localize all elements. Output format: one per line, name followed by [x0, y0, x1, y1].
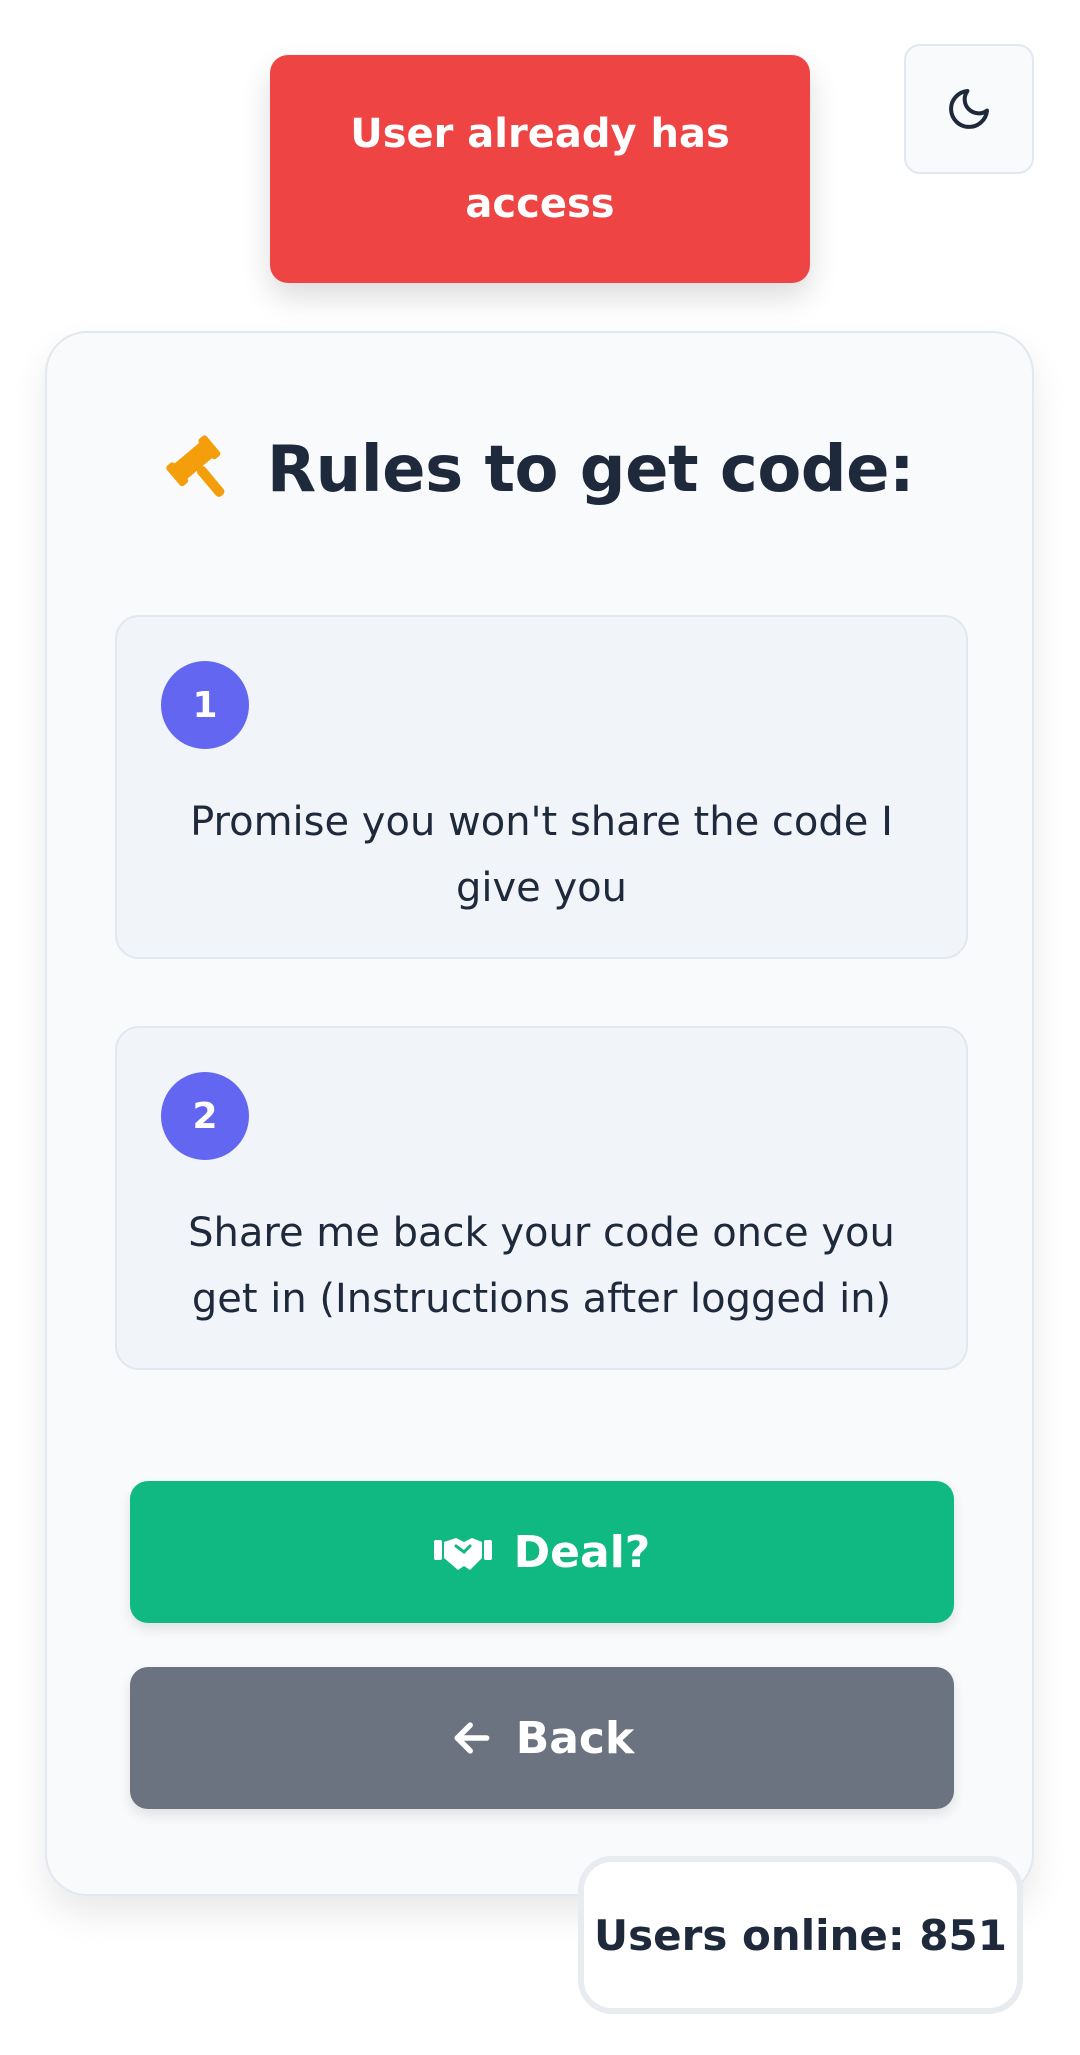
- gavel-icon: [166, 435, 225, 497]
- back-button-label: Back: [515, 1712, 635, 1764]
- toast-message: User already has access: [350, 111, 730, 227]
- rule-number-badge: 1: [161, 661, 249, 749]
- handshake-icon: [433, 1538, 492, 1570]
- theme-toggle-button[interactable]: [904, 44, 1034, 174]
- back-button[interactable]: Back: [130, 1667, 954, 1809]
- error-toast: User already has access: [270, 55, 810, 283]
- rule-item: 1 Promise you won't share the code I giv…: [115, 615, 968, 959]
- rule-number-badge: 2: [161, 1072, 249, 1160]
- deal-button[interactable]: Deal?: [130, 1481, 954, 1623]
- rules-card: Rules to get code: 1 Promise you won't s…: [45, 331, 1034, 1896]
- rule-text: Share me back your code once you get in …: [188, 1210, 895, 1322]
- moon-icon: [949, 89, 989, 129]
- rule-item: 2 Share me back your code once you get i…: [115, 1026, 968, 1370]
- users-online-text: Users online: 851: [594, 1910, 1007, 1960]
- page-title: Rules to get code:: [266, 433, 915, 507]
- deal-button-label: Deal?: [513, 1526, 651, 1578]
- users-online-badge: Users online: 851: [578, 1856, 1023, 2014]
- rules-heading: Rules to get code:: [47, 433, 1032, 507]
- arrow-left-icon: [454, 1722, 490, 1754]
- page: User already has access Rules to get cod…: [0, 0, 1080, 2055]
- rule-text: Promise you won't share the code I give …: [190, 799, 893, 911]
